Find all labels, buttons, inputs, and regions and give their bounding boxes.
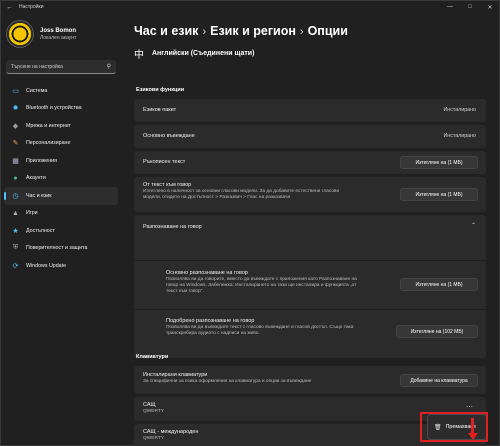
- annotation-arrow-head: [467, 433, 478, 440]
- sidebar-item-label: Приложения: [26, 157, 57, 164]
- profile-account-type: Локален акаунт: [40, 34, 77, 41]
- language-header: 中 Английски (Съединени щати): [134, 46, 254, 61]
- installed-keyboards: Инсталирани клавиатури За специфични за …: [134, 366, 486, 394]
- feature-speech-recognition: Разпознаване на говор ⌃ Основно разпозна…: [134, 215, 486, 358]
- download-enhanced-speech-button[interactable]: Изтегляне на (102 МБ): [396, 325, 478, 338]
- sidebar-item-bluetooth[interactable]: ✹ Bluetooth и устройства: [4, 100, 118, 118]
- sidebar-item-label: Мрежа и интернет: [26, 122, 71, 129]
- feature-label: От текст към говор: [143, 182, 192, 188]
- sidebar-item-windows-update[interactable]: ⟳ Windows Update: [4, 257, 118, 275]
- keyboards-label: Инсталирани клавиатури: [143, 372, 208, 378]
- minimize-icon[interactable]: —: [440, 0, 460, 14]
- feature-label: Основно разпознаване на говор: [166, 270, 248, 276]
- time-language-icon: ◷: [12, 192, 19, 200]
- sidebar: Joss Bomon Локален акаунт Търсене на нас…: [0, 14, 120, 446]
- network-icon: ◆: [12, 122, 19, 130]
- avatar: [6, 20, 34, 48]
- window-controls: — □ ✕: [440, 0, 500, 14]
- feature-label: Основно въвеждане: [143, 133, 195, 139]
- feature-description: модели, отидете на Достъпност > Разказва…: [143, 195, 291, 200]
- download-tts-button[interactable]: Изтегляне на (1 МБ): [400, 188, 478, 201]
- feature-status: Инсталирано: [443, 107, 476, 113]
- section-title-language-features: Езикови функции: [136, 87, 185, 93]
- chevron-right-icon: ›: [202, 26, 207, 38]
- download-handwriting-button[interactable]: Изтегляне на (1 МБ): [400, 156, 478, 169]
- update-icon: ⟳: [12, 262, 19, 270]
- breadcrumb-item[interactable]: Час и език: [134, 24, 198, 38]
- profile-name: Joss Bomon: [40, 27, 77, 34]
- download-basic-speech-button[interactable]: Изтегляне на (1 МБ): [400, 278, 478, 291]
- keyboard-name: САЩ: [143, 402, 156, 408]
- breadcrumb-current: Опции: [307, 24, 348, 38]
- sidebar-item-label: Bluetooth и устройства: [26, 105, 82, 112]
- more-options-icon[interactable]: ⋯: [466, 403, 474, 411]
- feature-label: Разпознаване на говор: [143, 224, 202, 230]
- accessibility-icon: ★: [12, 227, 19, 235]
- sidebar-item-label: Акаунти: [26, 175, 46, 182]
- search-placeholder: Търсене на настройка: [11, 63, 63, 70]
- feature-label: Езиков пакет: [143, 107, 177, 113]
- trash-icon: 🗑: [434, 424, 442, 431]
- feature-label: Ръкописен текст: [143, 159, 186, 165]
- profile[interactable]: Joss Bomon Локален акаунт: [6, 20, 76, 48]
- keyboard-name: САЩ - международен: [143, 429, 199, 435]
- sidebar-item-label: Достъпност: [26, 227, 55, 234]
- speech-recognition-header[interactable]: Разпознаване на говор ⌃: [134, 215, 486, 238]
- sidebar-item-gaming[interactable]: ▲ Игри: [4, 205, 118, 223]
- sidebar-item-privacy[interactable]: ⛨ Поверителност и защита: [4, 240, 118, 258]
- language-name: Английски (Съединени щати): [152, 50, 255, 57]
- feature-status: Инсталирано: [443, 133, 476, 139]
- breadcrumb-item[interactable]: Език и регион: [210, 24, 296, 38]
- keyboards-description: За специфични за езика оформления на кла…: [143, 379, 312, 384]
- sidebar-nav: ▭ Система ✹ Bluetooth и устройства ◆ Мре…: [4, 82, 118, 275]
- add-keyboard-button[interactable]: Добавяне на клавиатура: [400, 374, 478, 387]
- gaming-icon: ▲: [12, 209, 19, 217]
- language-icon: 中: [134, 50, 144, 61]
- chevron-right-icon: ›: [299, 26, 304, 38]
- title-bar: ← Настройки: [0, 0, 500, 14]
- sidebar-item-label: Система: [26, 87, 48, 94]
- remove-context-menu-item[interactable]: 🗑 Премахване: [427, 414, 487, 440]
- sidebar-item-system[interactable]: ▭ Система: [4, 82, 118, 100]
- maximize-icon[interactable]: □: [460, 0, 480, 14]
- feature-text-to-speech: От текст към говор Изтеглено в наличност…: [134, 177, 486, 212]
- sidebar-item-label: Игри: [26, 210, 38, 217]
- search-icon: ⚲: [106, 64, 111, 70]
- feature-handwriting: Ръкописен текст Изтегляне на (1 МБ): [134, 151, 486, 174]
- sidebar-item-apps[interactable]: ▦ Приложения: [4, 152, 118, 170]
- keyboard-layout: QWERTY: [143, 436, 164, 441]
- sidebar-item-label: Поверителност и защита: [26, 245, 88, 252]
- account-icon: ●: [13, 174, 18, 182]
- shield-icon: ⛨: [12, 244, 19, 252]
- system-icon: ▭: [12, 87, 19, 95]
- feature-description: текст към говор".: [166, 289, 204, 294]
- sidebar-item-personalization[interactable]: ✎ Персонализиране: [4, 135, 118, 153]
- feature-label: Подобрено разпознаване на говор: [166, 318, 255, 324]
- sidebar-item-label: Windows Update: [26, 262, 67, 269]
- apps-icon: ▦: [12, 157, 19, 165]
- sidebar-item-label: Час и език: [26, 192, 52, 199]
- chevron-up-icon: ⌃: [470, 223, 476, 229]
- feature-basic-typing: Основно въвеждане Инсталирано: [134, 125, 486, 148]
- keyboard-layout: QWERTY: [143, 409, 164, 414]
- section-title-keyboards: Клавиатури: [136, 354, 169, 360]
- bluetooth-icon: ✹: [12, 105, 19, 113]
- search-input[interactable]: Търсене на настройка ⚲: [6, 60, 116, 74]
- back-arrow-icon[interactable]: ←: [6, 4, 13, 11]
- feature-language-pack: Езиков пакет Инсталирано: [134, 99, 486, 122]
- close-icon[interactable]: ✕: [480, 0, 500, 14]
- sidebar-item-label: Персонализиране: [26, 140, 71, 147]
- sidebar-item-accessibility[interactable]: ★ Достъпност: [4, 222, 118, 240]
- brush-icon: ✎: [12, 140, 19, 148]
- main-content: Час и език › Език и регион › Опции 中 Английс…: [128, 14, 490, 446]
- annotation-arrow: [471, 418, 474, 434]
- feature-description: транскрибира аудиото с надписи на живо.: [166, 331, 260, 336]
- sidebar-item-time-language[interactable]: ◷ Час и език: [4, 187, 118, 205]
- sidebar-item-network[interactable]: ◆ Мрежа и интернет: [4, 117, 118, 135]
- window-title: Настройки: [19, 4, 44, 10]
- sidebar-item-accounts[interactable]: ● Акаунти: [4, 170, 118, 188]
- breadcrumb: Час и език › Език и регион › Опции: [134, 24, 348, 38]
